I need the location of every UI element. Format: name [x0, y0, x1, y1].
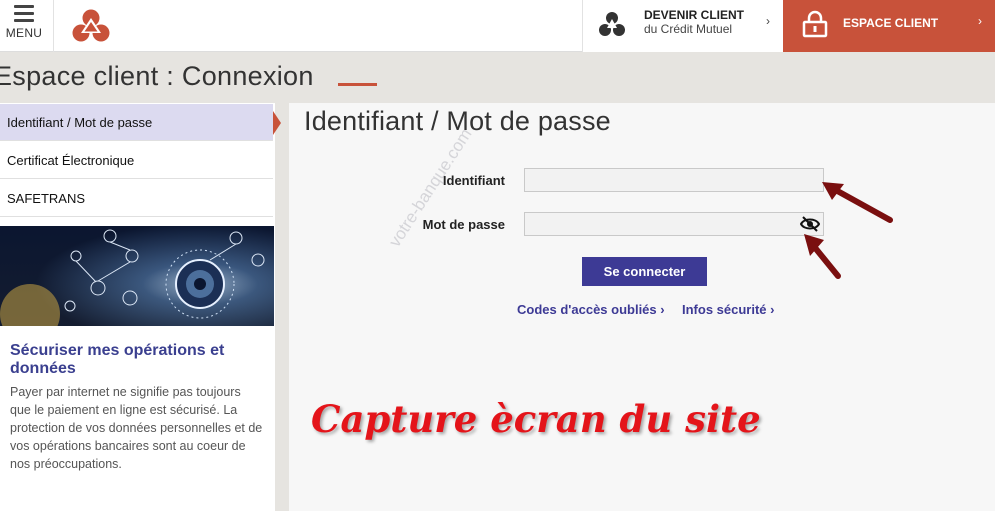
promo-text: Payer par internet ne signifie pas toujo… [10, 385, 263, 471]
codes-oublies-link[interactable]: Codes d'accès oubliés › [517, 302, 665, 317]
devenir-client-subtitle: du Crédit Mutuel [644, 22, 733, 36]
identifiant-label: Identifiant [442, 173, 505, 188]
password-label: Mot de passe [422, 217, 505, 232]
se-connecter-button[interactable]: Se connecter [582, 257, 707, 286]
sidebar-item-label: Certificat Électronique [7, 153, 135, 168]
sidebar-item-identifiant[interactable]: Identifiant / Mot de passe [0, 104, 273, 141]
sidebar-item-safetrans[interactable]: SAFETRANS [0, 180, 273, 217]
chevron-right-icon: › [978, 14, 982, 28]
devenir-client-button[interactable]: DEVENIR CLIENT du Crédit Mutuel › [582, 0, 783, 52]
title-band: Espace client : Connexion [0, 53, 995, 103]
main-content: Identifiant / Mot de passe Identifiant M… [289, 103, 995, 511]
credit-mutuel-logo[interactable] [68, 6, 114, 46]
sidebar-item-label: SAFETRANS [7, 191, 86, 206]
identifiant-input[interactable] [524, 168, 824, 192]
page-title: Espace client : Connexion [0, 61, 314, 91]
sidebar-item-label: Identifiant / Mot de passe [7, 115, 153, 130]
devenir-client-icon [599, 12, 625, 36]
sidebar-item-certificat[interactable]: Certificat Électronique [0, 142, 273, 179]
menu-button[interactable]: MENU [0, 0, 54, 52]
form-title: Identifiant / Mot de passe [304, 106, 611, 136]
promo-title: Sécuriser mes opérations et données [10, 342, 225, 377]
menu-icon [14, 5, 34, 26]
chevron-right-icon: › [766, 14, 770, 28]
capture-caption: Capture ècran du site [311, 397, 761, 441]
eye-slash-icon[interactable] [800, 216, 820, 232]
top-bar: MENU DEVENIR CLIENT du Crédit Mutuel › E… [0, 0, 995, 52]
infos-securite-link[interactable]: Infos sécurité › [682, 302, 774, 317]
title-underline [338, 83, 377, 86]
devenir-client-title: DEVENIR CLIENT [644, 8, 745, 22]
espace-client-button[interactable]: ESPACE CLIENT › [783, 0, 995, 52]
menu-label: MENU [5, 26, 43, 40]
lock-icon [802, 10, 828, 38]
security-banner-image [0, 226, 274, 326]
espace-client-label: ESPACE CLIENT [843, 16, 939, 30]
password-input[interactable] [524, 212, 824, 236]
sidebar: Identifiant / Mot de passe Certificat Él… [0, 103, 281, 511]
active-indicator [273, 111, 281, 135]
